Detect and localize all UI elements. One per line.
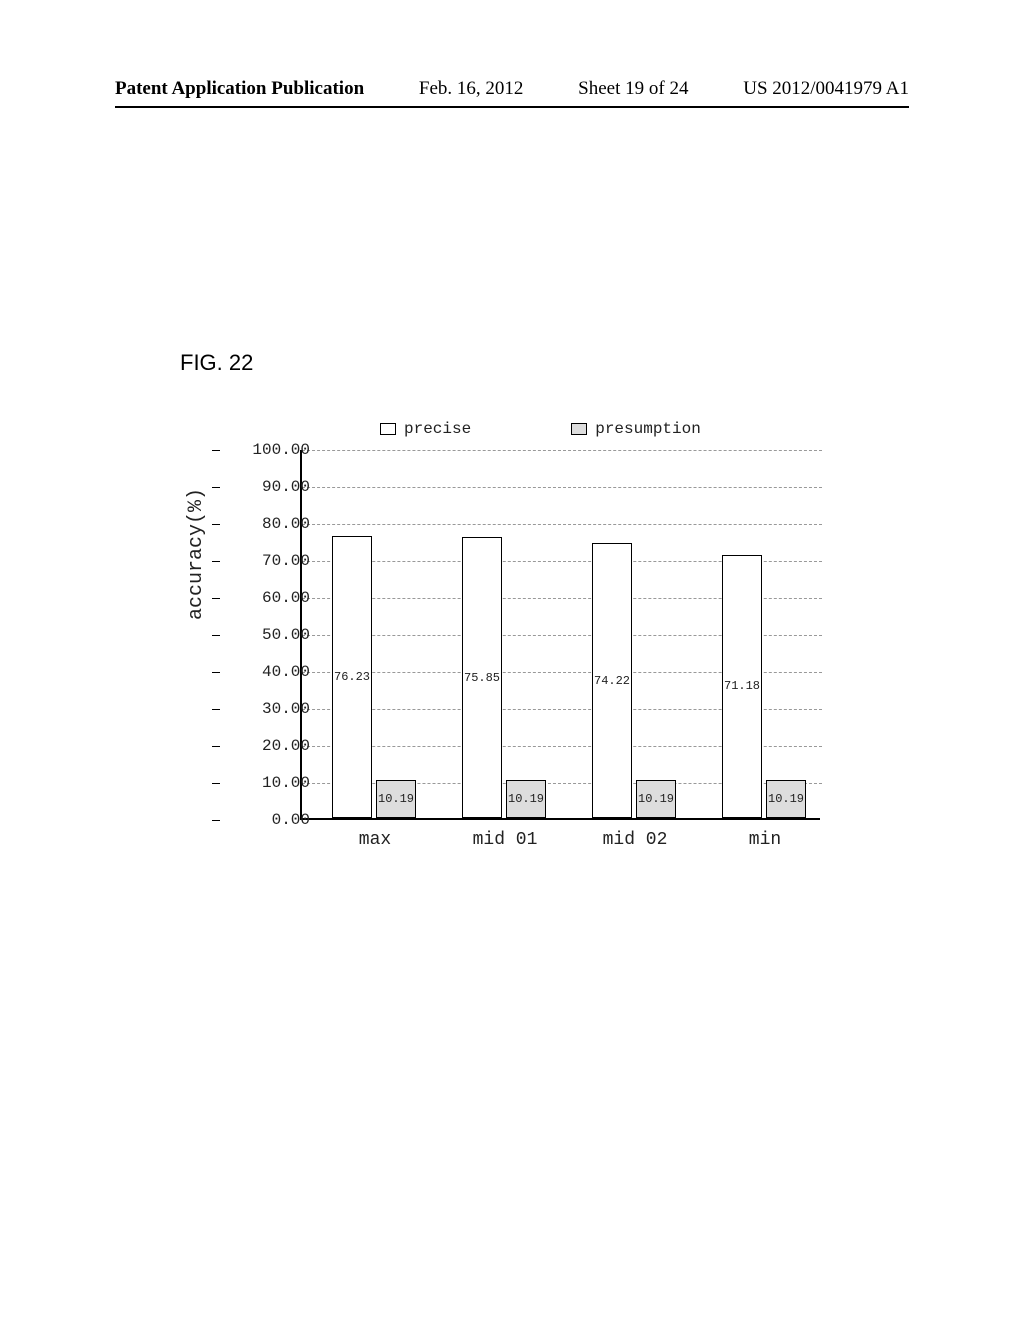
- y-tick: [212, 672, 220, 673]
- y-tick-label: 0.00: [240, 811, 310, 829]
- y-tick-label: 100.00: [240, 441, 310, 459]
- y-tick: [212, 524, 220, 525]
- y-tick: [212, 820, 220, 821]
- page-header: Patent Application Publication Feb. 16, …: [0, 78, 1024, 108]
- bar-value-label: 75.85: [464, 671, 500, 685]
- header-pubno: US 2012/0041979 A1: [743, 78, 909, 100]
- y-tick: [212, 783, 220, 784]
- bar-value-label: 76.23: [334, 670, 370, 684]
- y-tick-label: 30.00: [240, 700, 310, 718]
- y-tick-label: 50.00: [240, 626, 310, 644]
- bar-value-label: 10.19: [638, 792, 674, 806]
- bar-value-label: 10.19: [768, 792, 804, 806]
- x-tick-label: min: [720, 830, 810, 850]
- bar-precise: 71.18: [722, 555, 762, 818]
- y-tick: [212, 635, 220, 636]
- bars-container: 76.23 10.19 75.85 10.19 74.22 10.19 71.18 10.19: [302, 448, 822, 818]
- legend-item-precise: precise: [380, 420, 471, 438]
- bar-presumption: 10.19: [766, 780, 806, 818]
- y-axis-label: accuracy(%): [185, 488, 208, 620]
- y-tick-label: 60.00: [240, 589, 310, 607]
- bar-value-label: 71.18: [724, 679, 760, 693]
- y-tick: [212, 598, 220, 599]
- y-tick: [212, 450, 220, 451]
- legend-label-precise: precise: [404, 420, 471, 438]
- bar-value-label: 10.19: [508, 792, 544, 806]
- legend-swatch-precise: [380, 423, 396, 435]
- x-tick-label: mid 02: [590, 830, 680, 850]
- legend-label-presumption: presumption: [595, 420, 701, 438]
- x-tick-label: max: [330, 830, 420, 850]
- y-tick-label: 70.00: [240, 552, 310, 570]
- y-tick: [212, 487, 220, 488]
- y-tick: [212, 561, 220, 562]
- y-tick: [212, 709, 220, 710]
- bar-presumption: 10.19: [376, 780, 416, 818]
- y-tick-label: 90.00: [240, 478, 310, 496]
- header-left: Patent Application Publication: [115, 78, 364, 100]
- bar-presumption: 10.19: [506, 780, 546, 818]
- bar-precise: 75.85: [462, 537, 502, 818]
- bar-precise: 74.22: [592, 543, 632, 818]
- header-row: Patent Application Publication Feb. 16, …: [0, 78, 1024, 106]
- y-tick-label: 40.00: [240, 663, 310, 681]
- chart-legend: precise presumption: [380, 420, 701, 438]
- header-rule: [115, 106, 909, 108]
- y-tick-label: 20.00: [240, 737, 310, 755]
- y-tick-label: 10.00: [240, 774, 310, 792]
- patent-page: Patent Application Publication Feb. 16, …: [0, 0, 1024, 1320]
- plot-area: 76.23 10.19 75.85 10.19 74.22 10.19 71.18 10.19: [300, 450, 820, 820]
- bar-precise: 76.23: [332, 536, 372, 818]
- figure-label: FIG. 22: [180, 350, 253, 376]
- x-tick-label: mid 01: [460, 830, 550, 850]
- bar-presumption: 10.19: [636, 780, 676, 818]
- bar-value-label: 74.22: [594, 674, 630, 688]
- accuracy-bar-chart: precise presumption accuracy(%) 76.2310.…: [220, 420, 840, 880]
- legend-swatch-presumption: [571, 423, 587, 435]
- bar-value-label: 10.19: [378, 792, 414, 806]
- legend-item-presumption: presumption: [571, 420, 701, 438]
- header-sheet: Sheet 19 of 24: [578, 78, 688, 100]
- y-tick: [212, 746, 220, 747]
- y-tick-label: 80.00: [240, 515, 310, 533]
- header-date: Feb. 16, 2012: [419, 78, 524, 100]
